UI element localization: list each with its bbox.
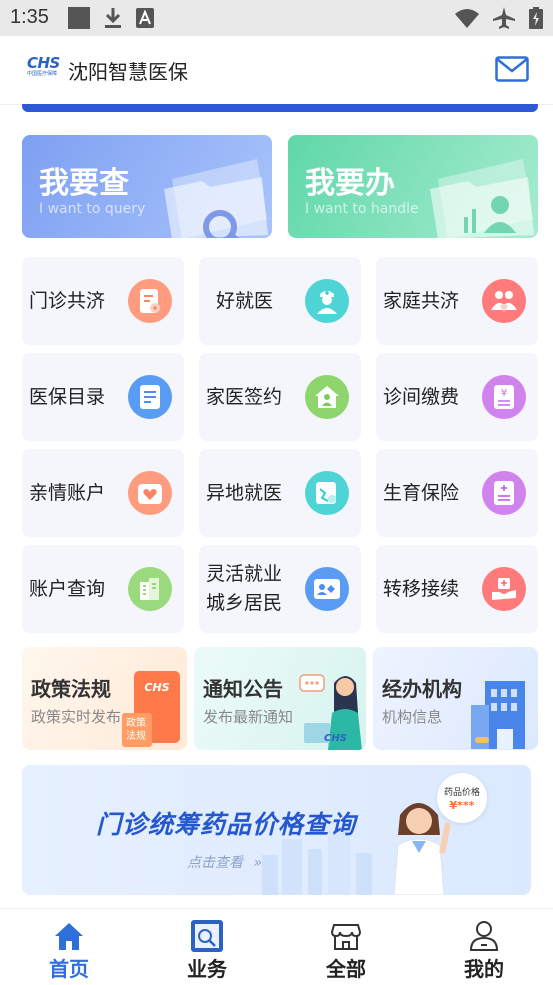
- nav-mine[interactable]: 我的: [415, 909, 553, 985]
- grid-item-family-mutual-aid[interactable]: 家庭共济: [376, 257, 538, 345]
- grid-item-label: 家医签约: [206, 385, 283, 408]
- query-title: 我要查: [39, 166, 129, 201]
- handle-subtitle: I want to handle: [305, 201, 419, 217]
- policy-badge-text: 政策 法规: [126, 718, 146, 742]
- wifi-icon: [455, 9, 479, 28]
- grid-item-clinic-payment[interactable]: 诊间缴费 ¥: [376, 353, 538, 441]
- bottom-navigation: 首页 业务 全部 我的: [0, 908, 553, 985]
- banner-title: 门诊统筹药品价格查询: [96, 810, 357, 839]
- grid-item-label: 门诊共济: [29, 289, 106, 312]
- banner-link[interactable]: 点击查看 »: [187, 852, 262, 872]
- doctor-illustration: [393, 803, 450, 895]
- grid-item-label-line-2: 城乡居民: [206, 592, 283, 614]
- drug-price-banner[interactable]: 门诊统筹药品价格查询 点击查看 » 药品价格 ¥***: [22, 765, 531, 895]
- nav-label: 我的: [464, 957, 504, 981]
- remote-medical-icon: [305, 471, 349, 515]
- grid-item-flexible-employment-resident[interactable]: 灵活就业 城乡居民: [199, 545, 361, 633]
- resident-card-icon: [305, 567, 349, 611]
- card-subtitle: 政策实时发布: [31, 708, 122, 726]
- home-icon: [55, 923, 83, 950]
- transfer-icon: [482, 567, 526, 611]
- grid-item-good-medical[interactable]: 好就医: [199, 257, 361, 345]
- grid-item-label: 家庭共济: [383, 289, 460, 312]
- grid-item-label: 医保目录: [29, 385, 106, 408]
- airplane-icon: [493, 7, 515, 29]
- maternity-icon: [482, 471, 526, 515]
- handle-title: 我要办: [305, 166, 395, 201]
- grid-item-label: 诊间缴费: [383, 385, 460, 408]
- nav-label: 首页: [49, 957, 89, 981]
- nav-label: 业务: [187, 957, 227, 981]
- grid-item-maternity-insurance[interactable]: 生育保险: [376, 449, 538, 537]
- query-button[interactable]: 我要查 I want to query: [22, 135, 272, 238]
- card-title: 政策法规: [31, 677, 111, 701]
- payment-icon: ¥: [482, 375, 526, 419]
- grid-item-label: 生育保险: [383, 481, 460, 504]
- battery-icon: [529, 7, 543, 29]
- store-icon: [330, 924, 362, 950]
- card-subtitle: 机构信息: [382, 708, 443, 726]
- card-agencies[interactable]: 经办机构 机构信息: [373, 647, 538, 750]
- grid-item-insurance-catalog[interactable]: 医保目录: [22, 353, 184, 441]
- app-header: CHS 中国医疗保障 沈阳智慧医保: [0, 36, 553, 105]
- status-bar: 1:35: [0, 0, 553, 36]
- svg-text:CHS: CHS: [144, 681, 169, 694]
- grid-item-label: 亲情账户: [29, 481, 106, 504]
- business-icon: [191, 920, 223, 952]
- family-icon: [482, 279, 526, 323]
- font-a-icon: [136, 8, 154, 28]
- nav-all[interactable]: 全部: [277, 909, 415, 985]
- double-chevron-right-icon: »: [253, 855, 263, 871]
- notification-square-icon: [68, 7, 90, 29]
- account-query-icon: [128, 567, 172, 611]
- folder-search-icon: [164, 159, 268, 238]
- grid-item-label-multiline: 灵活就业 城乡居民: [206, 545, 282, 633]
- status-time: 1:35: [10, 6, 49, 28]
- building-icon: [471, 681, 525, 749]
- chs-logo: CHS 中国医疗保障: [27, 56, 63, 86]
- grid-item-family-account[interactable]: 亲情账户: [22, 449, 184, 537]
- grid-item-label: 好就医: [216, 289, 274, 312]
- card-policies-regulations[interactable]: CHS 政策 法规 政策法规 政策实时发布: [22, 647, 187, 750]
- doctor-icon: [305, 279, 349, 323]
- card-notices[interactable]: CHS 通知公告 发布最新通知: [194, 647, 366, 750]
- prescription-icon: [128, 279, 172, 323]
- card-subtitle: 发布最新通知: [203, 708, 294, 726]
- grid-item-remote-medical[interactable]: 异地就医: [199, 449, 361, 537]
- nav-label: 全部: [326, 957, 366, 981]
- logo-subtext: 中国医疗保障: [27, 71, 58, 77]
- nav-business[interactable]: 业务: [138, 909, 276, 985]
- svg-text:¥: ¥: [501, 388, 507, 399]
- card-title: 通知公告: [203, 677, 283, 701]
- download-icon: [105, 8, 121, 28]
- user-icon: [469, 921, 499, 951]
- query-subtitle: I want to query: [39, 201, 146, 217]
- grid-item-label: 异地就医: [206, 481, 283, 504]
- grid-item-label: 账户查询: [29, 577, 106, 600]
- handle-button[interactable]: 我要办 I want to handle: [288, 135, 538, 238]
- grid-item-label: 转移接续: [383, 577, 460, 600]
- notice-badge-text: CHS: [324, 733, 347, 744]
- home-doctor-icon: [305, 375, 349, 419]
- grid-item-account-query[interactable]: 账户查询: [22, 545, 184, 633]
- catalog-icon: [128, 375, 172, 419]
- header-banner-strip: [22, 104, 538, 112]
- grid-item-label-line-1: 灵活就业: [206, 563, 283, 585]
- grid-item-outpatient-mutual-aid[interactable]: 门诊共济: [22, 257, 184, 345]
- nav-home[interactable]: 首页: [0, 909, 138, 985]
- mail-icon[interactable]: [495, 56, 529, 82]
- app-title: 沈阳智慧医保: [68, 60, 188, 84]
- grid-item-family-doctor-sign[interactable]: 家医签约: [199, 353, 361, 441]
- heart-account-icon: [128, 471, 172, 515]
- card-title: 经办机构: [382, 677, 462, 701]
- logo-text: CHS: [27, 54, 60, 72]
- folder-person-icon: [430, 159, 534, 238]
- banner-subtitle: 点击查看: [187, 855, 243, 871]
- grid-item-transfer-continuation[interactable]: 转移接续: [376, 545, 538, 633]
